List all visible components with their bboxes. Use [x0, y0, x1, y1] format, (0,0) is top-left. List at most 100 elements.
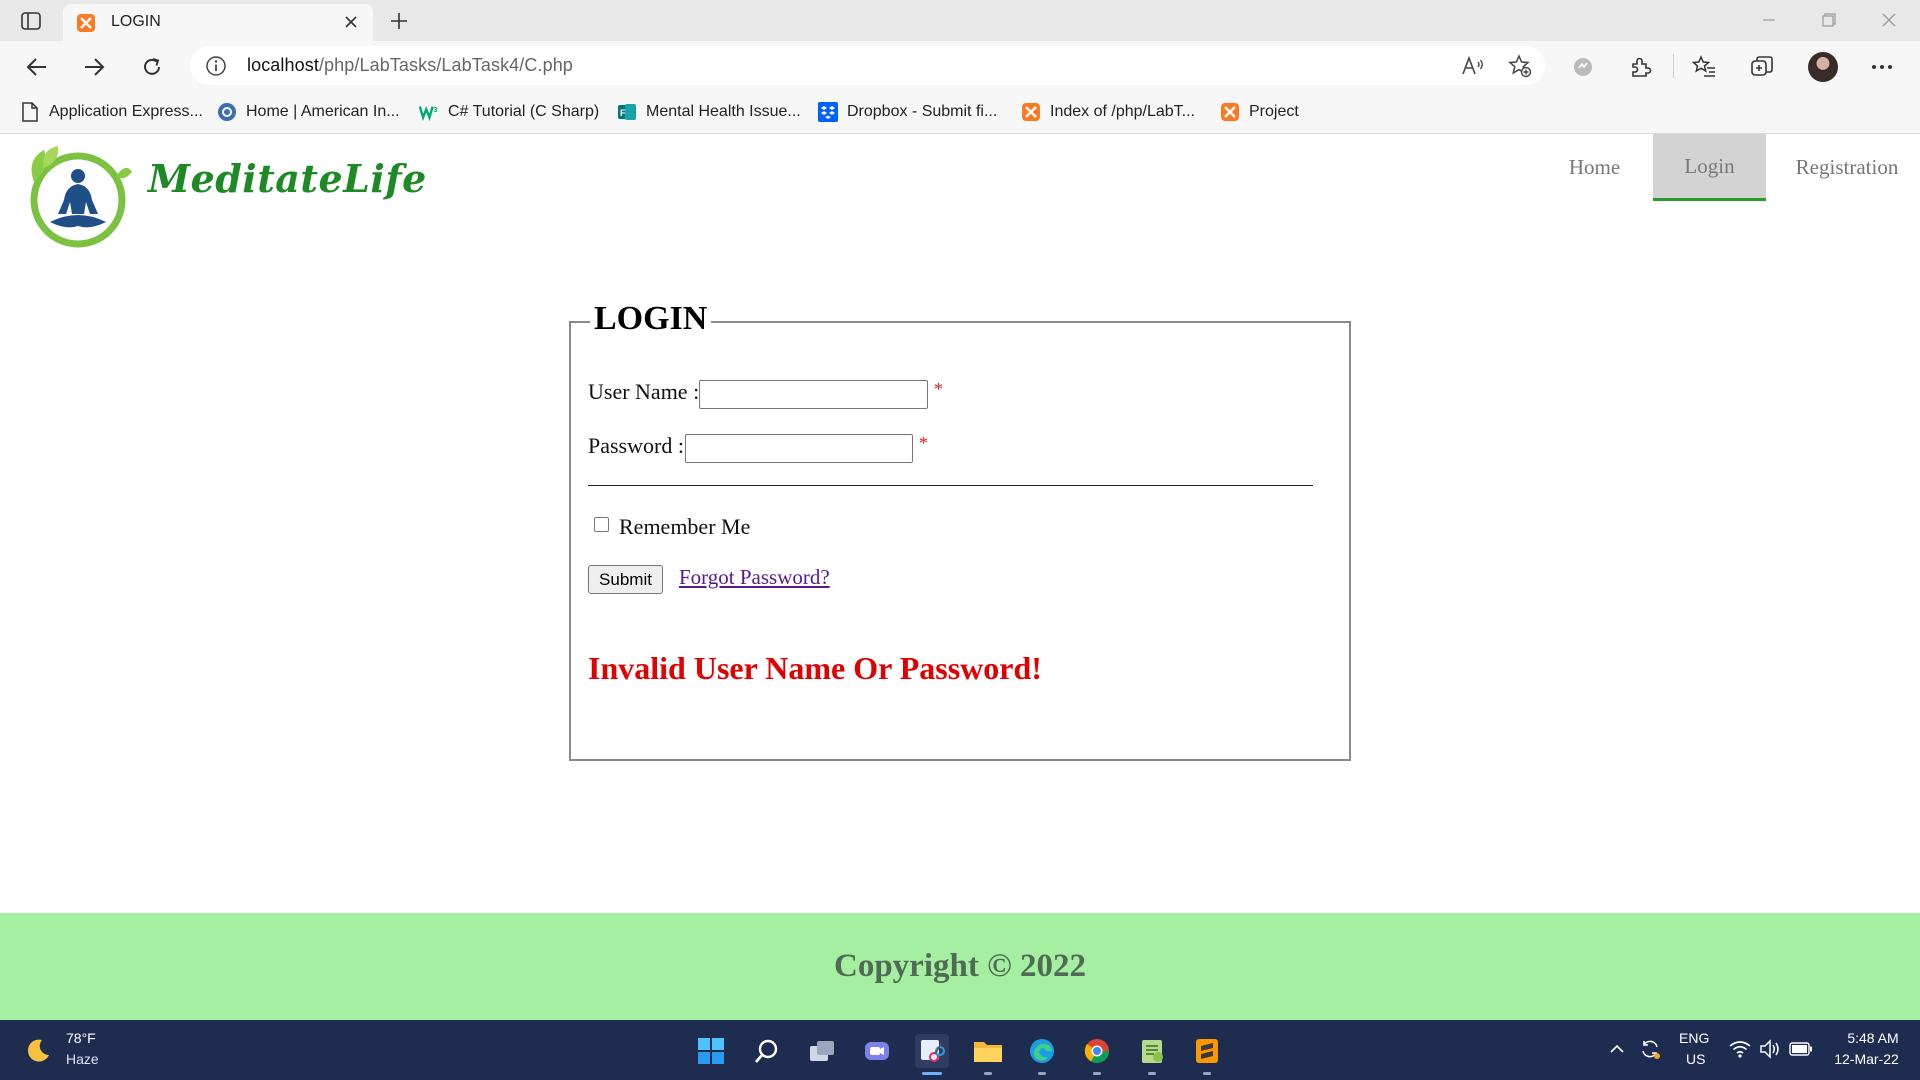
username-input[interactable] — [699, 380, 928, 409]
info-icon[interactable] — [205, 55, 227, 77]
edge-icon[interactable] — [1025, 1034, 1059, 1068]
site-logo-text[interactable]: MeditateLife — [148, 156, 427, 201]
bookmark-item[interactable]: Index of /php/LabT... — [1021, 100, 1195, 124]
page-footer: Copyright © 2022 — [0, 913, 1920, 1020]
extensions-icon[interactable] — [1627, 53, 1655, 81]
chrome-icon[interactable] — [1080, 1034, 1114, 1068]
forward-icon[interactable] — [79, 52, 109, 82]
bookmark-item[interactable]: Dropbox - Submit fi... — [818, 100, 997, 124]
tab-actions-icon[interactable] — [18, 9, 44, 33]
clock-date[interactable]: 12-Mar-22 — [1829, 1051, 1904, 1067]
read-aloud-icon[interactable] — [1460, 53, 1486, 79]
w3schools-icon: 3 — [419, 102, 439, 122]
refresh-icon[interactable] — [137, 52, 167, 82]
bookmark-label: Project — [1249, 103, 1299, 120]
snipping-tool-icon[interactable] — [915, 1034, 949, 1068]
bookmark-label: Home | American In... — [246, 103, 400, 120]
restore-icon[interactable] — [1814, 8, 1844, 32]
running-indicator — [1203, 1072, 1211, 1075]
weather-condition[interactable]: Haze — [66, 1051, 99, 1067]
forgot-password-link[interactable]: Forgot Password? — [679, 565, 830, 590]
minimize-icon[interactable] — [1754, 8, 1784, 32]
xampp-icon — [76, 13, 96, 33]
bookmark-item[interactable]: Project — [1220, 100, 1299, 124]
running-indicator — [1148, 1072, 1156, 1075]
copyright-text: Copyright © 2022 — [834, 948, 1086, 984]
nav-registration[interactable]: Registration — [1774, 134, 1920, 201]
new-tab-icon[interactable] — [386, 8, 412, 34]
nav-login[interactable]: Login — [1653, 134, 1766, 201]
globe-icon — [217, 102, 237, 122]
collections-icon[interactable] — [1748, 53, 1776, 81]
xampp-icon — [1220, 102, 1240, 122]
browser-essentials-icon[interactable] — [1569, 53, 1597, 81]
favorites-icon[interactable] — [1690, 53, 1718, 81]
xampp-icon — [1021, 102, 1041, 122]
running-indicator — [922, 1072, 942, 1075]
running-indicator — [1038, 1072, 1046, 1075]
password-input[interactable] — [685, 434, 913, 463]
form-divider — [588, 485, 1313, 486]
chevron-up-icon[interactable] — [1604, 1036, 1630, 1062]
add-favorite-icon[interactable] — [1507, 53, 1533, 79]
language-code[interactable]: ENG — [1679, 1030, 1709, 1046]
taskbar: 78°F Haze ENG US 5:48 AM 12-Mar-22 — [0, 1020, 1920, 1080]
svg-text:F: F — [620, 108, 626, 118]
language-region[interactable]: US — [1686, 1051, 1705, 1067]
meditation-logo-icon — [20, 142, 142, 254]
error-message: Invalid User Name Or Password! — [588, 650, 1042, 686]
bookmark-label: C# Tutorial (C Sharp) — [448, 103, 600, 120]
password-label: Password : — [588, 433, 684, 458]
toolbar-separator — [1673, 54, 1674, 78]
login-legend: LOGIN — [590, 300, 712, 338]
address-bar[interactable]: localhost/php/LabTasks/LabTask4/C.php — [190, 46, 1545, 85]
nav-home[interactable]: Home — [1544, 134, 1645, 201]
bookmark-item[interactable]: Home | American In... — [217, 100, 400, 124]
page-icon — [20, 102, 40, 122]
running-indicator — [984, 1072, 992, 1075]
close-window-icon[interactable] — [1874, 8, 1904, 32]
weather-temperature[interactable]: 78°F — [66, 1030, 96, 1046]
notepad-plus-plus-icon[interactable] — [1135, 1034, 1169, 1068]
url-host: localhost — [247, 55, 319, 75]
active-tab[interactable]: LOGIN — [63, 4, 373, 41]
username-label: User Name : — [588, 379, 700, 404]
clock-time[interactable]: 5:48 AM — [1843, 1030, 1903, 1046]
bookmark-item[interactable]: Application Express... — [20, 100, 203, 124]
web-page: MeditateLife Home Login Registration LOG… — [0, 134, 1920, 1020]
bookmark-label: Index of /php/LabT... — [1050, 103, 1195, 120]
bookmark-item[interactable]: F Mental Health Issue... — [617, 100, 801, 124]
volume-icon[interactable] — [1758, 1036, 1784, 1062]
required-mark: * — [934, 379, 943, 399]
close-tab-icon[interactable] — [341, 12, 361, 32]
forms-icon: F — [617, 102, 637, 122]
moon-icon[interactable] — [24, 1036, 52, 1064]
search-icon[interactable] — [750, 1034, 784, 1068]
back-icon[interactable] — [22, 52, 52, 82]
bookmark-label: Mental Health Issue... — [646, 103, 801, 120]
bookmark-item[interactable]: 3 C# Tutorial (C Sharp) — [419, 100, 599, 124]
remember-me-label[interactable]: Remember Me — [619, 514, 750, 540]
remember-me-checkbox[interactable] — [594, 517, 609, 532]
bookmark-label: Dropbox - Submit fi... — [847, 103, 998, 120]
teams-chat-icon[interactable] — [860, 1034, 894, 1068]
url-text[interactable]: localhost/php/LabTasks/LabTask4/C.php — [247, 55, 573, 76]
dropbox-icon — [818, 102, 838, 122]
task-view-icon[interactable] — [805, 1034, 839, 1068]
url-path: /php/LabTasks/LabTask4/C.php — [318, 55, 573, 75]
browser-toolbar: localhost/php/LabTasks/LabTask4/C.php — [0, 41, 1920, 91]
wifi-icon[interactable] — [1727, 1036, 1753, 1062]
required-mark: * — [919, 433, 928, 453]
sublime-text-icon[interactable] — [1190, 1034, 1224, 1068]
more-menu-icon[interactable] — [1868, 53, 1896, 81]
start-icon[interactable] — [694, 1034, 728, 1068]
sync-icon[interactable] — [1637, 1036, 1663, 1062]
bookmarks-bar: Application Express... Home | American I… — [0, 91, 1920, 134]
battery-icon[interactable] — [1788, 1036, 1814, 1062]
svg-text:3: 3 — [434, 105, 438, 114]
file-explorer-icon[interactable] — [971, 1034, 1005, 1068]
submit-button[interactable]: Submit — [588, 565, 663, 594]
running-indicator — [1093, 1072, 1101, 1075]
profile-avatar[interactable] — [1808, 52, 1838, 82]
browser-tab-bar: LOGIN — [0, 0, 1920, 41]
